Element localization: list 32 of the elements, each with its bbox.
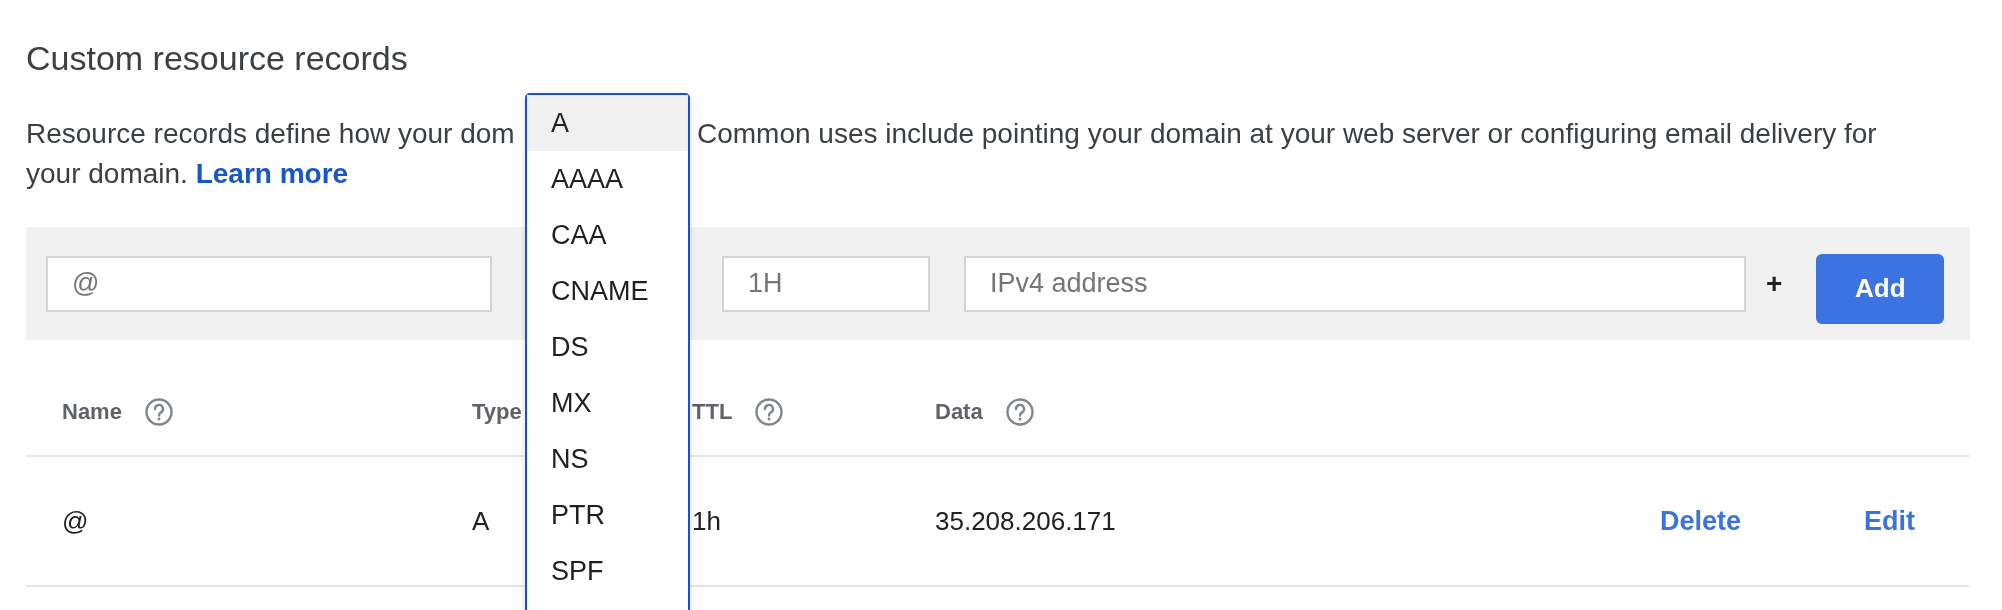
column-header: Data <box>935 398 983 425</box>
menu-option[interactable]: CAA <box>527 207 688 263</box>
table-cell: A <box>472 505 490 537</box>
table-cell: @ <box>62 505 89 537</box>
description-text: your domain. <box>26 158 188 189</box>
help-icon[interactable] <box>143 396 174 427</box>
menu-option[interactable]: A <box>527 95 688 151</box>
edit-link[interactable]: Edit <box>1864 505 1915 537</box>
menu-option[interactable]: PTR <box>527 487 688 543</box>
menu-option[interactable]: MX <box>527 375 688 431</box>
data-field[interactable]: IPv4 address <box>964 255 1746 312</box>
description-text: Common uses include pointing your domain at your web server or configuring email delivery for <box>697 117 1877 151</box>
table-cell: 1h <box>692 505 721 537</box>
column-header: TTL <box>692 398 733 425</box>
delete-link[interactable]: Delete <box>1660 505 1742 537</box>
name-field[interactable]: @ <box>46 255 492 312</box>
description-text: Resource records define how your dom <box>26 117 516 151</box>
learn-more-link[interactable]: Learn more <box>195 158 349 189</box>
section-title: Custom resource records <box>25 38 409 78</box>
help-icon[interactable] <box>754 396 785 427</box>
menu-option[interactable]: DS <box>527 319 688 375</box>
table-cell: 35.208.206.171 <box>935 505 1116 537</box>
add-button[interactable]: Add <box>1816 253 1945 324</box>
column-header: Name <box>62 398 122 425</box>
help-icon[interactable] <box>1004 396 1035 427</box>
column-header: Type <box>472 398 522 425</box>
ttl-field[interactable]: 1H <box>722 255 930 312</box>
add-more-button[interactable]: + <box>1760 267 1789 300</box>
menu-option[interactable]: NS <box>527 431 688 487</box>
menu-option[interactable]: SPF <box>527 543 688 599</box>
menu-option[interactable]: AAAA <box>527 151 688 207</box>
menu-option[interactable]: CNAME <box>527 263 688 319</box>
